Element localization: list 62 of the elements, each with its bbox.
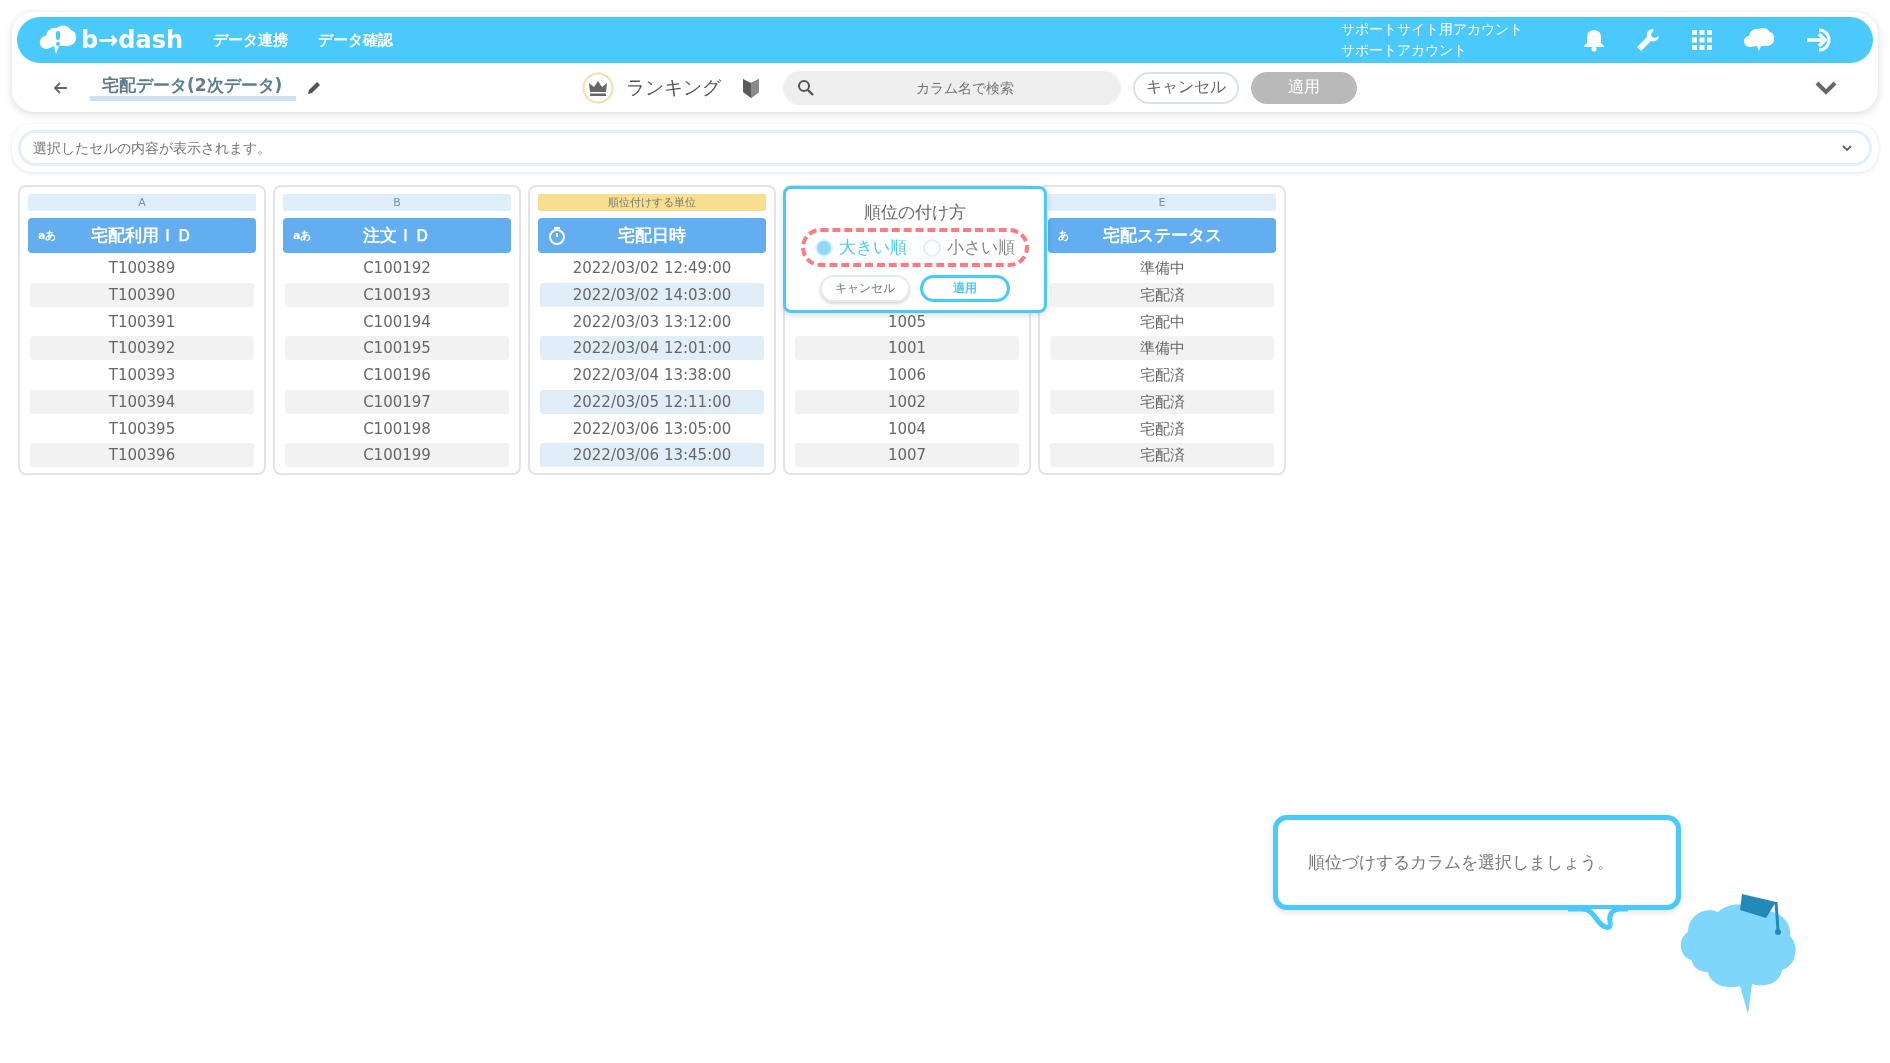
column-letter[interactable]: 順位付けする単位 [538, 194, 766, 211]
timer-icon [548, 225, 566, 246]
table-cell[interactable]: 準備中 [1050, 256, 1274, 280]
dataset-title[interactable]: 宅配データ(2次データ) [90, 74, 297, 101]
account-name: サポートサイト用アカウント [1341, 20, 1523, 39]
table-cell[interactable]: T100393 [30, 363, 254, 387]
radio-option[interactable]: 小さい順 [923, 236, 1015, 259]
table-cell[interactable]: T100391 [30, 309, 254, 334]
table-cell[interactable]: T100392 [30, 336, 254, 361]
crown-icon [582, 71, 615, 104]
table-cell[interactable]: C100198 [285, 416, 509, 441]
cancel-button[interactable]: キャンセル [1133, 71, 1240, 104]
table-cell[interactable]: T100395 [30, 416, 254, 441]
guide-message: 順位づけするカラムを選択しましょう。 [1308, 851, 1614, 874]
table-cell[interactable]: 宅配済 [1050, 389, 1274, 414]
column-letter[interactable]: A [28, 194, 256, 211]
table-cell[interactable]: 2022/03/05 12:11:00 [540, 389, 764, 414]
table-cell[interactable]: 1005 [795, 309, 1019, 334]
table-cell[interactable]: 2022/03/04 13:38:00 [540, 363, 764, 387]
pencil-icon[interactable] [306, 79, 323, 96]
type-label: あ [1058, 228, 1069, 243]
type-label: aあ [293, 228, 312, 243]
column-letter[interactable]: E [1048, 194, 1276, 211]
table-cell[interactable]: 宅配中 [1050, 309, 1274, 334]
back-arrow-icon[interactable] [52, 80, 68, 95]
chevron-down-icon[interactable] [1814, 79, 1838, 96]
cell-preview-field[interactable]: 選択したセルの内容が表示されます。 [18, 130, 1872, 166]
table-cell[interactable]: 宅配済 [1050, 363, 1274, 387]
table-cell[interactable]: 準備中 [1050, 336, 1274, 361]
search-field[interactable]: カラム名で検索 [783, 70, 1122, 105]
table-cell[interactable]: 2022/03/06 13:45:00 [540, 443, 764, 468]
table-cell[interactable]: T100389 [30, 256, 254, 280]
search-icon [797, 78, 816, 97]
table-cell[interactable]: C100199 [285, 443, 509, 468]
table-cell[interactable]: C100195 [285, 336, 509, 361]
table-cell[interactable]: C100192 [285, 256, 509, 280]
table-cell[interactable]: 2022/03/02 14:03:00 [540, 282, 764, 307]
table-cell[interactable]: 宅配済 [1050, 282, 1274, 307]
table-cell[interactable]: 宅配済 [1050, 416, 1274, 441]
table-cell[interactable]: C100194 [285, 309, 509, 334]
mode-label: ランキング [626, 74, 722, 100]
table-cell[interactable]: T100390 [30, 282, 254, 307]
account-name: サポートアカウント [1341, 41, 1468, 60]
table-cell[interactable]: T100396 [30, 443, 254, 468]
popover-title: 順位の付け方 [864, 201, 966, 224]
table-cell[interactable]: C100196 [285, 363, 509, 387]
table-cell[interactable]: 1007 [795, 443, 1019, 468]
table-cell[interactable]: 2022/03/03 13:12:00 [540, 309, 764, 334]
table-cell[interactable]: C100197 [285, 389, 509, 414]
table-cell[interactable]: 2022/03/04 12:01:00 [540, 336, 764, 361]
table-cell[interactable]: 1006 [795, 363, 1019, 387]
table-cell[interactable]: C100193 [285, 282, 509, 307]
table-cell[interactable]: 2022/03/06 13:05:00 [540, 416, 764, 441]
table-cell[interactable]: T100394 [30, 389, 254, 414]
cancel-button[interactable]: キャンセル [820, 275, 910, 302]
table-cell[interactable]: 1002 [795, 389, 1019, 414]
table-cell[interactable]: 1004 [795, 416, 1019, 441]
table-cell[interactable]: 1001 [795, 336, 1019, 361]
table-cell[interactable]: 宅配済 [1050, 443, 1274, 468]
type-label: aあ [38, 228, 57, 243]
table-cell[interactable]: 2022/03/02 12:49:00 [540, 256, 764, 280]
column-letter[interactable]: B [283, 194, 511, 211]
